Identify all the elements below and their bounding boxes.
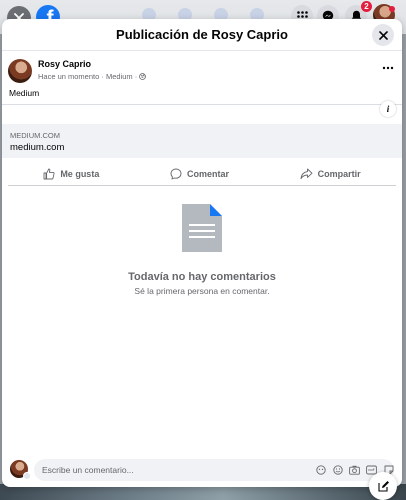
post-timestamp[interactable]: Hace un momento · Medium · <box>38 72 137 81</box>
avatar-switch-badge[interactable] <box>23 472 31 480</box>
avatar-sticker-button[interactable] <box>314 463 327 476</box>
link-info-button[interactable]: i <box>380 101 396 117</box>
post-options-button[interactable] <box>380 61 396 75</box>
avatar-sticker-icon <box>315 464 326 475</box>
post-meta: Hace un momento · Medium · <box>38 72 147 81</box>
emoji-icon <box>332 464 343 475</box>
account-alert-dot <box>389 6 395 12</box>
like-button[interactable]: Me gusta <box>43 168 99 180</box>
close-icon <box>378 30 388 40</box>
photo-button[interactable] <box>348 463 361 476</box>
info-icon: i <box>386 104 390 114</box>
document-icon <box>182 204 222 252</box>
link-preview-body[interactable]: MEDIUM.COM medium.com <box>2 124 402 158</box>
post-text: Medium <box>9 88 40 98</box>
new-message-button[interactable] <box>369 472 397 500</box>
globe-icon <box>139 73 147 80</box>
empty-comments-title: Todavía no hay comentarios <box>128 271 276 283</box>
author-avatar[interactable] <box>8 59 32 83</box>
more-icon <box>382 66 394 70</box>
post-dialog: Publicación de Rosy Caprio Rosy Caprio H… <box>2 19 402 487</box>
empty-comments-subtitle: Sé la primera persona en comentar. <box>134 286 270 296</box>
emoji-button[interactable] <box>331 463 344 476</box>
empty-comments: Todavía no hay comentarios Sé la primera… <box>2 202 402 302</box>
share-icon <box>300 168 313 179</box>
post-header: Rosy Caprio Hace un momento · Medium · <box>8 59 398 87</box>
like-label: Me gusta <box>60 168 100 179</box>
comment-composer <box>10 459 394 481</box>
dialog-title: Publicación de Rosy Caprio <box>116 27 288 42</box>
link-preview-image[interactable] <box>2 105 402 123</box>
dialog-close-button[interactable] <box>372 24 394 46</box>
dialog-header: Publicación de Rosy Caprio <box>2 19 402 51</box>
link-title: medium.com <box>10 142 65 153</box>
post-actions: Me gusta Comentar Compartir <box>8 162 396 186</box>
share-label: Compartir <box>317 168 361 179</box>
link-preview[interactable]: MEDIUM.COM medium.com <box>2 104 402 158</box>
share-button[interactable]: Compartir <box>300 168 361 180</box>
comment-button[interactable]: Comentar <box>170 168 229 180</box>
thumbs-up-icon <box>43 168 55 179</box>
author-name[interactable]: Rosy Caprio <box>38 59 91 69</box>
comment-icon <box>170 168 182 179</box>
link-domain: MEDIUM.COM <box>10 131 60 140</box>
camera-icon <box>349 465 360 475</box>
compose-icon <box>377 480 389 492</box>
comment-label: Comentar <box>186 168 229 179</box>
notification-badge: 2 <box>361 1 372 12</box>
